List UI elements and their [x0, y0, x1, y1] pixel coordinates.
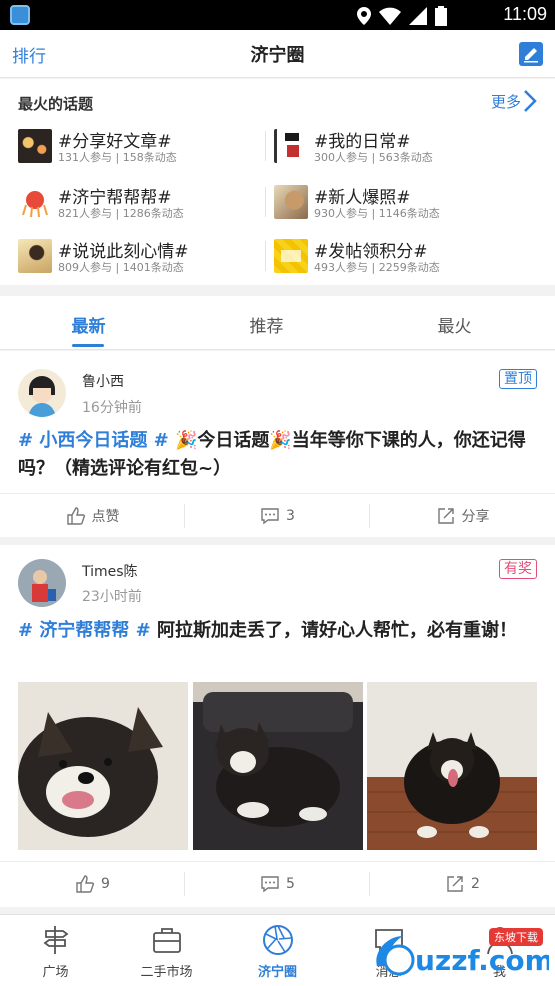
post-actions: 点赞 3 分享 [0, 493, 555, 537]
topic-item[interactable]: #发帖领积分# 493人参与 | 2259条动态 [274, 239, 534, 283]
active-tab-indicator [72, 344, 104, 347]
post-text: 阿拉斯加走丢了，请好心人帮忙，必有重谢！ [150, 620, 517, 641]
share-icon [447, 876, 463, 892]
post-content[interactable]: # 小西今日话题 # 🎉今日话题🎉当年等你下课的人，你还记得吗？（精选评论有红包… [18, 427, 538, 483]
post-time: 16分钟前 [82, 400, 142, 416]
divider [265, 241, 266, 271]
post-content[interactable]: # 济宁帮帮帮 # 阿拉斯加走丢了，请好心人帮忙，必有重谢！ [18, 617, 538, 645]
briefcase-icon [152, 928, 181, 953]
status-bar: 11:09 [0, 0, 555, 30]
avatar[interactable] [18, 559, 66, 607]
watermark-sub: 东坡下载 [494, 931, 538, 944]
like-button[interactable]: 9 [0, 862, 185, 906]
watermark-logo: 东坡下载 uzzf.com [369, 926, 554, 982]
nav-jining-circle[interactable]: 济宁圈 [222, 923, 333, 980]
topic-item[interactable]: #说说此刻心情# 809人参与 | 1401条动态 [18, 239, 278, 283]
tab-latest[interactable]: 最新 [0, 312, 181, 337]
clock: 11:09 [503, 4, 547, 24]
page-title: 济宁圈 [250, 45, 305, 66]
pinned-badge: 置顶 [499, 369, 537, 389]
more-label: 更多 [490, 92, 521, 111]
topic-thumbnail [18, 185, 52, 219]
post-photo[interactable] [18, 682, 188, 850]
comment-button[interactable]: 3 [185, 494, 370, 538]
topic-thumbnail [274, 129, 308, 163]
thumbs-up-icon [66, 507, 85, 525]
tab-hottest[interactable]: 最火 [362, 312, 547, 337]
post-time: 23小时前 [82, 589, 142, 605]
author-name[interactable]: 鲁小西 [82, 371, 124, 391]
topic-item[interactable]: #分享好文章# 131人参与 | 158条动态 [18, 129, 278, 173]
topic-item[interactable]: #济宁帮帮帮# 821人参与 | 1286条动态 [18, 185, 278, 229]
comment-count: 3 [286, 508, 295, 524]
post-topic-tag[interactable]: # 小西今日话题 # [18, 430, 169, 451]
topic-meta: 930人参与 | 1146条动态 [314, 207, 440, 220]
battery-icon [435, 6, 447, 26]
topic-meta: 300人参与 | 563条动态 [314, 151, 433, 164]
prize-badge: 有奖 [499, 559, 537, 579]
signpost-icon [43, 926, 68, 954]
comment-icon [261, 876, 279, 893]
topic-thumbnail [274, 185, 308, 219]
topic-meta: 131人参与 | 158条动态 [58, 151, 177, 164]
edit-icon [524, 48, 538, 63]
like-count: 9 [101, 876, 110, 892]
signal-icon [409, 7, 427, 25]
nav-label: 二手市场 [140, 965, 193, 980]
app-notification-icon [10, 5, 30, 25]
more-topics-link[interactable]: 更多 [491, 89, 537, 113]
nav-secondhand-market[interactable]: 二手市场 [111, 923, 222, 980]
compose-button[interactable] [519, 42, 543, 66]
topic-thumbnail [18, 129, 52, 163]
share-count: 2 [471, 876, 480, 892]
avatar[interactable] [18, 369, 66, 417]
comment-count: 5 [286, 876, 295, 892]
location-icon [357, 7, 371, 25]
share-icon [437, 508, 454, 524]
like-button[interactable]: 点赞 [0, 494, 185, 538]
topic-meta: 809人参与 | 1401条动态 [58, 261, 184, 274]
post-topic-tag[interactable]: # 济宁帮帮帮 # [18, 620, 151, 641]
app-header: 排行 济宁圈 [0, 30, 555, 78]
wifi-icon [379, 7, 401, 25]
share-button[interactable]: 2 [370, 862, 555, 906]
status-icons [357, 6, 447, 26]
hot-topics-title: 最火的话题 [18, 95, 94, 113]
tab-recommended[interactable]: 推荐 [174, 312, 359, 337]
hot-topics-section: 最火的话题 更多 #分享好文章# 131人参与 | 158条动态 #我的日常# … [0, 79, 555, 285]
topic-thumbnail [18, 239, 52, 273]
nav-label: 济宁圈 [257, 965, 297, 980]
post-card[interactable]: 鲁小西 16分钟前 置顶 # 小西今日话题 # 🎉今日话题🎉当年等你下课的人，你… [0, 351, 555, 537]
like-label: 点赞 [91, 509, 120, 525]
nav-plaza[interactable]: 广场 [0, 923, 111, 980]
chevron-right-icon [524, 90, 537, 112]
post-photo[interactable] [367, 682, 537, 850]
share-button[interactable]: 分享 [370, 494, 555, 538]
thumbs-up-icon [76, 875, 95, 893]
comment-button[interactable]: 5 [185, 862, 370, 906]
share-label: 分享 [461, 509, 490, 525]
topic-meta: 821人参与 | 1286条动态 [58, 207, 184, 220]
divider [265, 187, 266, 217]
topic-item[interactable]: #新人爆照# 930人参与 | 1146条动态 [274, 185, 534, 229]
topic-thumbnail [274, 239, 308, 273]
post-photo[interactable] [193, 682, 363, 850]
topic-item[interactable]: #我的日常# 300人参与 | 563条动态 [274, 129, 534, 173]
watermark-brand: uzzf.com [415, 944, 549, 977]
aperture-icon [262, 925, 293, 955]
divider [265, 131, 266, 161]
post-actions: 9 5 2 [0, 861, 555, 905]
topic-meta: 493人参与 | 2259条动态 [314, 261, 440, 274]
nav-label: 广场 [42, 965, 69, 980]
comment-icon [261, 508, 279, 525]
feed-tabs: 最新 推荐 最火 [0, 296, 555, 350]
author-name[interactable]: Times陈 [82, 561, 138, 581]
